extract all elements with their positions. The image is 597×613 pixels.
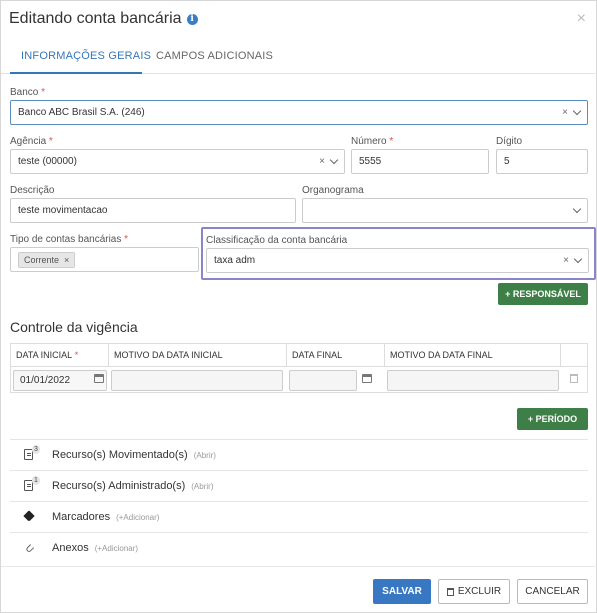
- close-icon[interactable]: ×: [577, 11, 586, 27]
- classificacao-label: Classificação da conta bancária: [206, 235, 348, 246]
- descricao-value: teste movimentacao: [18, 205, 108, 216]
- motivo-final-textarea[interactable]: [387, 370, 559, 391]
- info-icon[interactable]: i: [186, 13, 198, 25]
- digito-label: Dígito: [496, 136, 523, 147]
- delete-button[interactable]: EXCLUIR: [438, 579, 510, 604]
- calendar-icon[interactable]: [362, 374, 372, 383]
- numero-value: 5555: [359, 156, 382, 167]
- organograma-select[interactable]: [302, 198, 588, 223]
- vigencia-title: Controle da vigência: [10, 319, 138, 335]
- trash-icon[interactable]: [570, 374, 578, 383]
- motivo-inicial-textarea[interactable]: [111, 370, 283, 391]
- header-data-final: DATA FINAL: [287, 344, 385, 366]
- clear-icon[interactable]: ×: [563, 255, 569, 266]
- header-motivo-inicial: MOTIVO DA DATA INICIAL: [109, 344, 287, 366]
- tipo-contas-label: Tipo de contas bancárias *: [10, 234, 129, 245]
- header-data-inicial: DATA INICIAL *: [11, 344, 109, 366]
- trash-icon: [446, 587, 454, 596]
- cancel-button[interactable]: CANCELAR: [517, 579, 588, 604]
- adicionar-link[interactable]: (+Adicionar): [95, 544, 138, 553]
- data-final-input[interactable]: [289, 370, 357, 391]
- agencia-value: teste (00000): [18, 156, 77, 167]
- classificacao-select[interactable]: taxa adm ×: [206, 248, 589, 273]
- banco-select[interactable]: Banco ABC Brasil S.A. (246) ×: [10, 100, 588, 125]
- numero-input[interactable]: 5555: [351, 149, 489, 174]
- chevron-down-icon[interactable]: [573, 254, 583, 264]
- clear-icon[interactable]: ×: [562, 107, 568, 118]
- digito-input[interactable]: 5: [496, 149, 588, 174]
- add-responsavel-button[interactable]: + RESPONSÁVEL: [498, 283, 588, 305]
- banco-label: Banco *: [10, 87, 46, 98]
- list-item-anexos[interactable]: ⊂ Anexos (+Adicionar): [10, 532, 588, 563]
- list-item-recursos-movimentados[interactable]: 3 Recurso(s) Movimentado(s) (Abrir): [10, 439, 588, 470]
- active-tab-indicator: [10, 72, 142, 74]
- classificacao-value: taxa adm: [214, 255, 256, 266]
- numero-label: Número *: [351, 136, 394, 147]
- clear-icon[interactable]: ×: [319, 156, 325, 167]
- organograma-label: Organograma: [302, 185, 364, 196]
- document-icon: 3: [24, 445, 46, 462]
- vigencia-table: DATA INICIAL * MOTIVO DA DATA INICIAL DA…: [10, 343, 588, 393]
- tab-campos-adicionais[interactable]: CAMPOS ADICIONAIS: [156, 50, 273, 62]
- abrir-link[interactable]: (Abrir): [191, 482, 213, 491]
- agencia-select[interactable]: teste (00000) ×: [10, 149, 345, 174]
- dialog-header: Editando conta bancária i: [9, 10, 198, 28]
- digito-value: 5: [504, 156, 510, 167]
- header-motivo-final: MOTIVO DA DATA FINAL: [385, 344, 561, 366]
- chevron-down-icon[interactable]: [329, 155, 339, 165]
- data-inicial-input[interactable]: 01/01/2022: [13, 370, 107, 391]
- tipo-contas-multiselect[interactable]: Corrente ×: [10, 247, 199, 272]
- banco-value: Banco ABC Brasil S.A. (246): [18, 107, 145, 118]
- document-icon: 1: [24, 476, 46, 493]
- calendar-icon[interactable]: [94, 374, 104, 383]
- list-item-marcadores[interactable]: Marcadores (+Adicionar): [10, 501, 588, 532]
- chevron-down-icon[interactable]: [572, 106, 582, 116]
- descricao-label: Descrição: [10, 185, 55, 196]
- save-button[interactable]: SALVAR: [373, 579, 431, 604]
- dialog-title: Editando conta bancária: [9, 10, 182, 27]
- footer-divider: [1, 566, 597, 567]
- abrir-link[interactable]: (Abrir): [194, 451, 216, 460]
- tag-chip-corrente: Corrente ×: [18, 251, 76, 268]
- list-item-recursos-administrados[interactable]: 1 Recurso(s) Administrado(s) (Abrir): [10, 470, 588, 501]
- add-periodo-button[interactable]: + PERÍODO: [517, 408, 588, 430]
- tab-informacoes-gerais[interactable]: INFORMAÇÕES GERAIS: [21, 50, 151, 62]
- agencia-label: Agência *: [10, 136, 53, 147]
- adicionar-link[interactable]: (+Adicionar): [116, 513, 159, 522]
- edit-bank-account-dialog: Editando conta bancária i × INFORMAÇÕES …: [0, 0, 597, 613]
- table-row: 01/01/2022: [11, 366, 587, 392]
- tab-bar: INFORMAÇÕES GERAIS CAMPOS ADICIONAIS: [1, 39, 597, 74]
- chevron-down-icon[interactable]: [572, 204, 582, 214]
- tag-icon: [23, 510, 46, 524]
- descricao-input[interactable]: teste movimentacao: [10, 198, 296, 223]
- paperclip-icon: ⊂: [22, 541, 38, 557]
- remove-tag-icon[interactable]: ×: [64, 255, 69, 265]
